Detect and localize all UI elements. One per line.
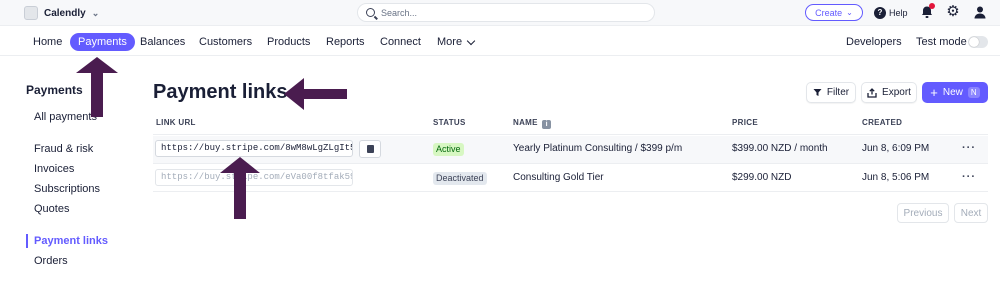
- clipboard-icon: [366, 145, 374, 153]
- user-icon[interactable]: [973, 5, 987, 19]
- export-button[interactable]: Export: [861, 82, 917, 103]
- keyboard-shortcut-badge: N: [967, 87, 980, 98]
- divider: [153, 163, 988, 164]
- nav-balances[interactable]: Balances: [140, 33, 185, 51]
- nav-home[interactable]: Home: [33, 33, 62, 51]
- main-nav: Home Payments Balances Customers Product…: [0, 28, 1000, 56]
- column-header-price: PRICE: [732, 118, 758, 127]
- column-header-link-url: LINK URL: [156, 118, 196, 127]
- row-name[interactable]: Yearly Platinum Consulting / $399 p/m: [513, 143, 682, 154]
- sidebar-item-fraud-risk[interactable]: Fraud & risk: [34, 143, 93, 155]
- annotation-arrow-up: [76, 57, 118, 117]
- sidebar-item-invoices[interactable]: Invoices: [34, 163, 74, 175]
- search-placeholder: Search...: [381, 7, 418, 18]
- nav-reports[interactable]: Reports: [326, 33, 365, 51]
- export-icon: [867, 87, 877, 98]
- status-badge: Active: [433, 143, 464, 156]
- link-url-field[interactable]: https://buy.stripe.com/8wM8wLgZLgIt5: [155, 140, 353, 157]
- status-badge: Deactivated: [433, 172, 487, 185]
- row-price: $299.00 NZD: [732, 172, 792, 183]
- account-switcher[interactable]: Calendly ⌄: [24, 4, 99, 22]
- more-options-icon[interactable]: ···: [962, 142, 976, 154]
- filter-button[interactable]: Filter: [806, 82, 856, 103]
- create-button[interactable]: Create ⌄: [805, 4, 863, 21]
- test-mode-toggle[interactable]: [968, 36, 988, 48]
- next-button[interactable]: Next: [954, 203, 988, 223]
- top-bar: Calendly ⌄ Search... Create ⌄ ? Help ⚙: [0, 0, 1000, 26]
- new-label: New: [942, 87, 963, 98]
- row-created: Jun 8, 5:06 PM: [862, 172, 930, 183]
- annotation-arrow-up: [220, 157, 260, 219]
- chevron-down-icon: [466, 36, 476, 45]
- test-mode-label: Test mode: [916, 36, 967, 48]
- help-label: Help: [889, 7, 908, 18]
- search-input[interactable]: Search...: [357, 3, 655, 22]
- nav-customers[interactable]: Customers: [199, 33, 252, 51]
- nav-more[interactable]: More: [437, 33, 476, 51]
- sidebar-item-orders[interactable]: Orders: [34, 255, 68, 267]
- nav-products[interactable]: Products: [267, 33, 310, 51]
- nav-connect[interactable]: Connect: [380, 33, 421, 51]
- new-button[interactable]: + New N: [922, 82, 988, 103]
- copy-button[interactable]: [359, 140, 381, 158]
- row-created: Jun 8, 6:09 PM: [862, 143, 930, 154]
- nav-payments[interactable]: Payments: [70, 33, 135, 51]
- help-icon: ?: [874, 6, 886, 19]
- create-label: Create: [815, 7, 843, 18]
- account-icon: [24, 6, 38, 20]
- sidebar-item-quotes[interactable]: Quotes: [34, 203, 69, 215]
- plus-icon: +: [930, 84, 938, 100]
- more-options-icon[interactable]: ···: [962, 171, 976, 183]
- annotation-arrow-left: [284, 78, 347, 110]
- filter-label: Filter: [826, 87, 850, 98]
- gear-icon[interactable]: ⚙: [945, 4, 961, 20]
- column-header-name-label: NAME: [513, 118, 538, 127]
- column-header-created: CREATED: [862, 118, 903, 127]
- column-header-status: STATUS: [433, 118, 466, 127]
- sidebar-active-marker: [26, 234, 28, 248]
- previous-button[interactable]: Previous: [897, 203, 949, 223]
- page-title: Payment links: [153, 81, 288, 103]
- info-icon[interactable]: i: [542, 120, 552, 129]
- row-price: $399.00 NZD / month: [732, 143, 828, 154]
- account-name: Calendly: [44, 7, 86, 19]
- row-name[interactable]: Consulting Gold Tier: [513, 172, 604, 183]
- sidebar-item-subscriptions[interactable]: Subscriptions: [34, 183, 100, 195]
- chevron-down-icon: ⌄: [846, 8, 853, 17]
- nav-more-label: More: [437, 36, 463, 48]
- filter-icon: [813, 89, 822, 96]
- export-label: Export: [882, 87, 911, 98]
- divider: [153, 134, 988, 135]
- search-icon: [366, 8, 375, 17]
- divider: [153, 191, 988, 192]
- chevron-down-icon: ⌄: [91, 7, 100, 18]
- nav-developers[interactable]: Developers: [846, 33, 902, 51]
- notification-dot: [929, 3, 935, 9]
- help-button[interactable]: ? Help: [874, 4, 908, 21]
- sidebar-item-payment-links[interactable]: Payment links: [34, 235, 108, 247]
- column-header-name: NAME i: [513, 118, 552, 129]
